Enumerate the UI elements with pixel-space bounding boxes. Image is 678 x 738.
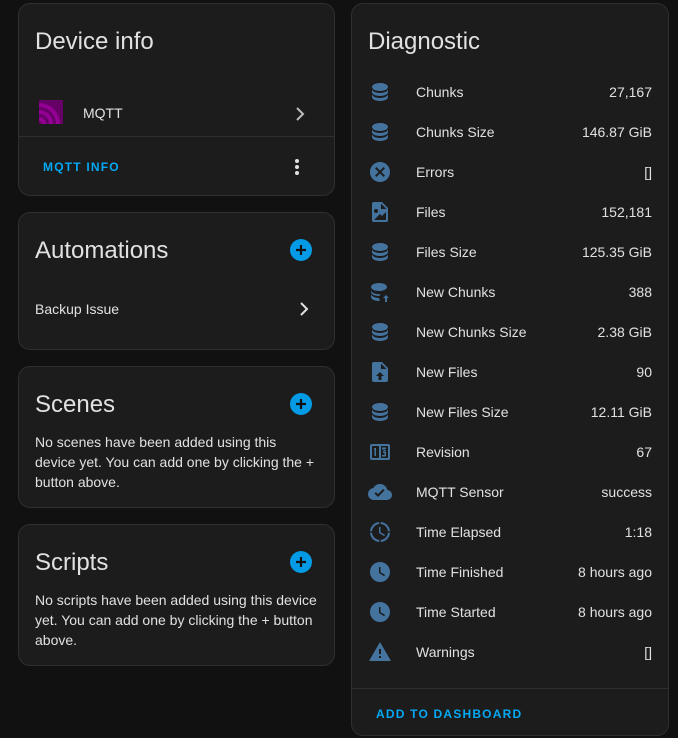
diagnostic-label: New Chunks [416,284,496,300]
diagnostic-label: Files [416,204,446,220]
diagnostic-row-files-size[interactable]: Files Size 125.35 GiB [352,232,668,272]
diagnostic-value: 1:18 [624,524,652,540]
diagnostic-value: 152,181 [601,204,652,220]
diagnostic-value: 125.35 GiB [581,244,652,260]
device-info-title: Device info [35,28,154,55]
diagnostic-label: New Files Size [416,404,509,420]
chevron-right-icon [296,301,312,317]
diagnostic-title: Diagnostic [368,28,481,55]
file-upload-icon [368,360,392,384]
scenes-title: Scenes [35,391,116,418]
diagnostic-label: Errors [416,164,455,180]
scripts-title: Scripts [35,549,109,576]
mqtt-info-button[interactable]: MQTT INFO [43,160,120,174]
diagnostic-value: 388 [628,284,652,300]
database-icon [368,240,392,264]
diagnostic-value: 67 [636,444,652,460]
diagnostic-label: Time Finished [416,564,504,580]
diagnostic-label: Warnings [416,644,475,660]
clock-icon [368,600,392,624]
diagnostic-value: 12.11 GiB [590,404,652,420]
add-automation-button[interactable] [290,239,312,261]
mqtt-logo-icon [39,100,63,124]
automation-item-label: Backup Issue [35,301,120,317]
database-icon [368,400,392,424]
diagnostic-row-new-files[interactable]: New Files 90 [352,352,668,392]
diagnostic-label: Chunks [416,84,464,100]
automation-item[interactable]: Backup Issue [19,293,334,325]
diagnostic-row-warnings[interactable]: Warnings [] [352,632,668,672]
diagnostic-row-time-elapsed[interactable]: Time Elapsed 1:18 [352,512,668,552]
counter-icon [368,440,392,464]
plus-icon [296,399,306,409]
device-info-card: Device info MQTT MQTT INFO [18,3,335,196]
diagnostic-row-chunks-size[interactable]: Chunks Size 146.87 GiB [352,112,668,152]
diagnostic-row-files[interactable]: Files 152,181 [352,192,668,232]
mqtt-integration-row[interactable]: MQTT [19,92,334,136]
plus-icon [296,245,306,255]
diagnostic-row-chunks[interactable]: Chunks 27,167 [352,72,668,112]
divider [352,688,668,689]
divider [19,136,334,137]
diagnostic-row-errors[interactable]: Errors [] [352,152,668,192]
database-arrow-up-icon [368,280,392,304]
diagnostic-label: MQTT Sensor [416,484,504,500]
diagnostic-value: 2.38 GiB [597,324,652,340]
clock-icon [368,560,392,584]
database-icon [368,80,392,104]
scenes-card: Scenes No scenes have been added using t… [18,366,335,508]
diagnostic-row-revision[interactable]: Revision 67 [352,432,668,472]
cloud-check-icon [368,480,392,504]
diagnostic-value: 146.87 GiB [581,124,652,140]
diagnostic-label: New Files [416,364,478,380]
add-to-dashboard-button[interactable]: ADD TO DASHBOARD [376,707,522,721]
diagnostic-row-new-files-size[interactable]: New Files Size 12.11 GiB [352,392,668,432]
clock-outline-icon [368,520,392,544]
diagnostic-label: Files Size [416,244,477,260]
more-options-icon[interactable] [294,157,300,177]
diagnostic-row-mqtt-sensor[interactable]: MQTT Sensor success [352,472,668,512]
diagnostic-value: success [601,484,652,500]
database-icon [368,320,392,344]
close-circle-icon [368,160,392,184]
diagnostic-value: [] [644,164,652,180]
diagnostic-row-time-finished[interactable]: Time Finished 8 hours ago [352,552,668,592]
alert-icon [368,640,392,664]
file-image-icon [368,200,392,224]
diagnostic-row-time-started[interactable]: Time Started 8 hours ago [352,592,668,632]
chevron-right-icon [292,106,308,122]
diagnostic-label: Time Elapsed [416,524,502,540]
diagnostic-value: 8 hours ago [578,564,652,580]
add-script-button[interactable] [290,551,312,573]
diagnostic-value: [] [644,644,652,660]
scripts-empty-text: No scripts have been added using this de… [35,592,317,648]
database-icon [368,120,392,144]
automations-card: Automations Backup Issue [18,212,335,350]
diagnostic-card: Diagnostic Chunks 27,167 Chunks Size 146… [351,3,669,736]
diagnostic-label: Chunks Size [416,124,495,140]
scripts-card: Scripts No scripts have been added using… [18,524,335,666]
diagnostic-value: 90 [636,364,652,380]
add-scene-button[interactable] [290,393,312,415]
automations-title: Automations [35,237,169,264]
diagnostic-row-new-chunks-size[interactable]: New Chunks Size 2.38 GiB [352,312,668,352]
diagnostic-value: 27,167 [609,84,652,100]
scenes-empty-text: No scenes have been added using this dev… [35,434,315,490]
mqtt-integration-label: MQTT [83,105,123,121]
diagnostic-value: 8 hours ago [578,604,652,620]
diagnostic-label: Time Started [416,604,496,620]
diagnostic-label: New Chunks Size [416,324,527,340]
diagnostic-row-new-chunks[interactable]: New Chunks 388 [352,272,668,312]
diagnostic-label: Revision [416,444,470,460]
plus-icon [296,557,306,567]
